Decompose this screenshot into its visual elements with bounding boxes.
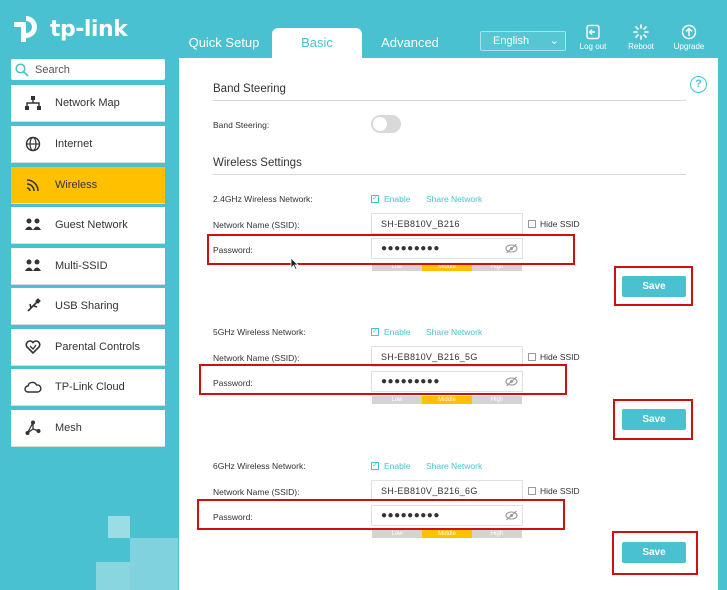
ssid-24-input[interactable]: SH-EB810V_B216 xyxy=(371,213,523,234)
highlight-box-save-6 xyxy=(612,531,698,575)
strength-high: High xyxy=(472,396,522,404)
sidebar-item-mesh[interactable]: Mesh xyxy=(11,410,165,447)
globe-icon xyxy=(11,136,55,152)
reboot-label: Reboot xyxy=(628,42,654,51)
heart-icon xyxy=(11,340,55,354)
highlight-box-password-5 xyxy=(199,364,567,395)
password-5-strength: Low Middle High xyxy=(372,396,522,404)
hide-ssid-5-label: Hide SSID xyxy=(540,352,580,362)
sidebar-item-label: Multi-SSID xyxy=(55,260,108,272)
section-divider xyxy=(213,100,686,101)
sidebar-item-guest-network[interactable]: Guest Network xyxy=(11,207,165,244)
sidebar-item-tp-link-cloud[interactable]: TP-Link Cloud xyxy=(11,369,165,406)
sidebar-item-label: Parental Controls xyxy=(55,341,140,353)
sidebar-item-label: TP-Link Cloud xyxy=(55,381,125,393)
help-icon[interactable]: ? xyxy=(690,76,707,93)
band-24-label: 2.4GHz Wireless Network: xyxy=(213,194,313,204)
language-select[interactable]: English ⌄ xyxy=(480,31,566,51)
sidebar-item-internet[interactable]: Internet xyxy=(11,126,165,163)
highlight-box-save-24 xyxy=(614,266,693,306)
network-map-icon xyxy=(11,96,55,110)
tab-advanced[interactable]: Advanced xyxy=(372,28,448,58)
tab-basic[interactable]: Basic xyxy=(272,28,362,58)
sidebar-item-label: Internet xyxy=(55,138,93,150)
guest-icon xyxy=(11,218,55,232)
cloud-icon xyxy=(11,381,55,393)
hide-ssid-24-label: Hide SSID xyxy=(540,219,580,229)
sidebar-item-usb-sharing[interactable]: USB Sharing xyxy=(11,288,165,325)
hide-ssid-6-checkbox[interactable] xyxy=(528,487,536,495)
brand-name: tp-link xyxy=(50,16,128,42)
upgrade-button[interactable]: Upgrade xyxy=(664,24,714,51)
share-network-6-link[interactable]: Share Network xyxy=(426,461,482,471)
enable-6-label: Enable xyxy=(384,461,411,471)
sidebar-item-network-map[interactable]: Network Map xyxy=(11,85,165,122)
band-5-label: 5GHz Wireless Network: xyxy=(213,327,306,337)
strength-middle: Middle xyxy=(422,396,472,404)
enable-24-checkbox[interactable]: ✓ xyxy=(371,195,379,203)
tp-link-logo-icon xyxy=(14,16,37,42)
ssid-6-label: Network Name (SSID): xyxy=(213,487,300,497)
hide-ssid-6-label: Hide SSID xyxy=(540,486,580,496)
band-6-label: 6GHz Wireless Network: xyxy=(213,461,306,471)
hide-ssid-24-checkbox[interactable] xyxy=(528,220,536,228)
usb-icon xyxy=(11,298,55,314)
section-divider xyxy=(213,174,686,175)
strength-low: Low xyxy=(372,396,422,404)
decorative-square xyxy=(108,516,130,538)
sidebar-item-label: Network Map xyxy=(55,97,120,109)
mouse-cursor-icon xyxy=(290,257,299,270)
sidebar-item-parental-controls[interactable]: Parental Controls xyxy=(11,329,165,366)
sidebar-item-label: USB Sharing xyxy=(55,300,119,312)
logout-icon xyxy=(586,24,600,40)
highlight-box-save-5 xyxy=(613,399,693,440)
band-steering-toggle[interactable] xyxy=(371,115,401,133)
sidebar-item-label: Guest Network xyxy=(55,219,128,231)
ssid-6-input[interactable]: SH-EB810V_B216_6G xyxy=(371,480,523,501)
share-network-5-link[interactable]: Share Network xyxy=(426,327,482,337)
highlight-box-password-6 xyxy=(197,499,565,530)
decorative-square xyxy=(130,538,178,590)
tp-link-logo: tp-link xyxy=(10,12,128,46)
enable-24-label: Enable xyxy=(384,194,411,204)
strength-high: High xyxy=(472,530,522,538)
ssid-5-label: Network Name (SSID): xyxy=(213,353,300,363)
enable-6-checkbox[interactable]: ✓ xyxy=(371,462,379,470)
enable-5-checkbox[interactable]: ✓ xyxy=(371,328,379,336)
band-steering-title: Band Steering xyxy=(213,83,286,95)
language-selected: English xyxy=(493,35,530,47)
multi-ssid-icon xyxy=(11,259,55,273)
enable-5-label: Enable xyxy=(384,327,411,337)
upgrade-icon xyxy=(681,24,697,40)
upgrade-label: Upgrade xyxy=(673,42,705,51)
decorative-square xyxy=(96,562,130,590)
logout-label: Log out xyxy=(579,42,607,51)
share-network-24-link[interactable]: Share Network xyxy=(426,194,482,204)
band-steering-label: Band Steering: xyxy=(213,120,270,130)
wifi-icon xyxy=(11,177,55,193)
sidebar-item-label: Wireless xyxy=(55,179,98,191)
sidebar-item-multi-ssid[interactable]: Multi-SSID xyxy=(11,248,165,285)
strength-middle: Middle xyxy=(422,530,472,538)
password-6-strength: Low Middle High xyxy=(372,530,522,538)
highlight-box-password-24 xyxy=(207,234,575,265)
reboot-button[interactable]: Reboot xyxy=(616,24,666,51)
search-icon xyxy=(15,62,29,77)
wireless-settings-title: Wireless Settings xyxy=(213,157,302,169)
reboot-icon xyxy=(633,24,649,40)
search-box[interactable] xyxy=(11,59,165,80)
strength-low: Low xyxy=(372,530,422,538)
mesh-icon xyxy=(11,420,55,436)
sidebar-item-label: Mesh xyxy=(55,422,82,434)
tab-quick-setup[interactable]: Quick Setup xyxy=(186,28,262,58)
logout-button[interactable]: Log out xyxy=(568,24,618,51)
hide-ssid-5-checkbox[interactable] xyxy=(528,353,536,361)
chevron-down-icon: ⌄ xyxy=(549,35,559,47)
ssid-24-label: Network Name (SSID): xyxy=(213,220,300,230)
sidebar-item-wireless[interactable]: Wireless xyxy=(11,167,165,204)
search-input[interactable] xyxy=(35,63,155,76)
